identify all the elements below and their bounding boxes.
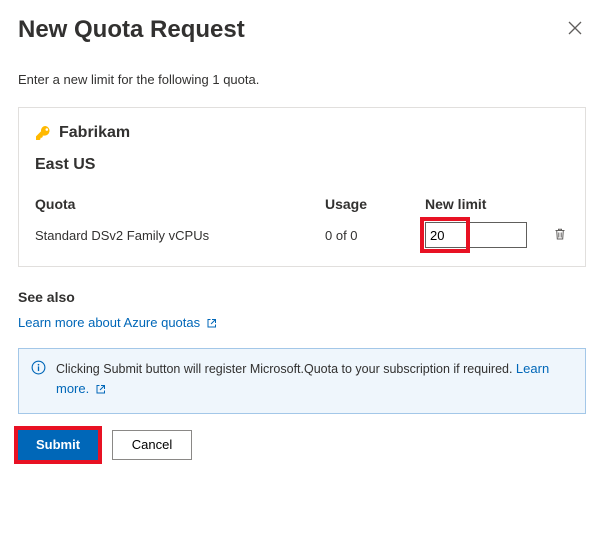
dialog-footer: Submit Cancel: [18, 430, 586, 460]
table-header: Quota Usage New limit: [35, 196, 569, 222]
info-text: Clicking Submit button will register Mic…: [56, 362, 516, 376]
external-link-icon: [95, 383, 107, 395]
usage-cell: 0 of 0: [325, 228, 425, 243]
subscription-row: Fabrikam: [35, 124, 569, 142]
learn-more-quotas-link[interactable]: Learn more about Azure quotas: [18, 315, 218, 330]
info-banner-text: Clicking Submit button will register Mic…: [56, 359, 573, 399]
region-name: East US: [35, 156, 569, 174]
info-banner: Clicking Submit button will register Mic…: [18, 348, 586, 414]
key-icon: [35, 125, 51, 141]
dialog-header: New Quota Request: [18, 16, 586, 44]
info-icon: [31, 360, 46, 399]
close-icon[interactable]: [564, 16, 586, 42]
table-row: Standard DSv2 Family vCPUs 0 of 0: [35, 222, 569, 248]
dialog-subtitle: Enter a new limit for the following 1 qu…: [18, 72, 586, 87]
subscription-name: Fabrikam: [59, 124, 130, 142]
quota-panel: Fabrikam East US Quota Usage New limit S…: [18, 107, 586, 267]
delete-icon[interactable]: [553, 227, 569, 241]
col-header-usage: Usage: [325, 196, 425, 212]
dialog-title: New Quota Request: [18, 16, 245, 44]
external-link-icon: [206, 317, 218, 329]
col-header-new-limit: New limit: [425, 196, 535, 212]
new-limit-input[interactable]: [425, 222, 527, 248]
cancel-button[interactable]: Cancel: [112, 430, 192, 460]
quota-name-cell: Standard DSv2 Family vCPUs: [35, 228, 325, 243]
submit-button[interactable]: Submit: [18, 430, 98, 460]
link-text: Learn more about Azure quotas: [18, 315, 200, 330]
see-also-heading: See also: [18, 289, 586, 305]
col-header-quota: Quota: [35, 196, 325, 212]
